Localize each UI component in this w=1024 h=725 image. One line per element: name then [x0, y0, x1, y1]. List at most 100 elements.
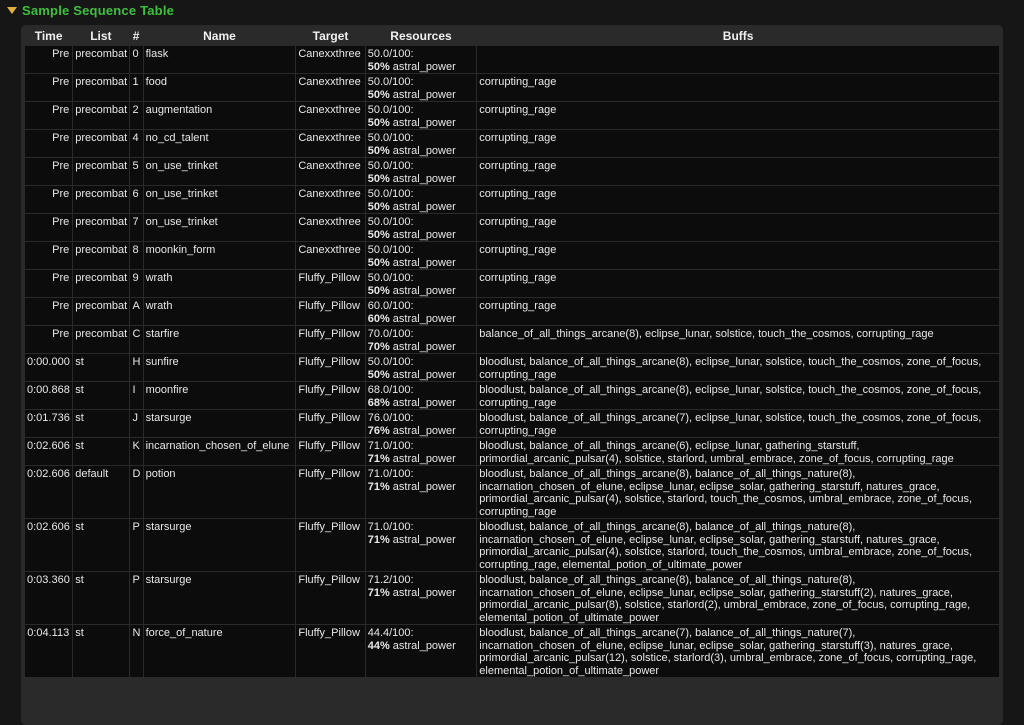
buffs-cell: corrupting_rage — [476, 269, 1000, 298]
time-cell: Pre — [23, 325, 74, 354]
column-header-name[interactable]: Name — [143, 27, 296, 46]
buffs-cell: corrupting_rage — [476, 185, 1000, 214]
time-cell: 0:03.360 — [23, 571, 74, 625]
target-cell: Fluffy_Pillow — [295, 409, 366, 438]
target-cell: Canexxthree — [295, 73, 366, 102]
resource-value: 50.0/100: — [367, 48, 414, 60]
table-row: 0:01.736 st Jstarsurge Fluffy_Pillow 76.0/10… — [23, 409, 1000, 438]
resource-percent: 70% — [367, 340, 390, 353]
time-cell: 0:02.606 — [23, 437, 74, 466]
resource-type: astral_power — [392, 586, 456, 599]
table-row: 0:02.606 st Kincarnation_chosen_of_elune Fl… — [23, 437, 1000, 466]
list-cell: st — [72, 409, 130, 438]
buffs-cell: corrupting_rage — [476, 241, 1000, 270]
index-cell: J — [128, 409, 144, 438]
resource-percent: 50% — [367, 172, 390, 185]
resource-value: 44.4/100: — [367, 627, 414, 639]
time-cell: 0:00.868 — [23, 381, 74, 410]
index-cell: 1 — [128, 73, 144, 102]
index-cell: N — [128, 624, 144, 678]
resource-type: astral_power — [392, 368, 456, 381]
table-row: 0:00.868 st Imoonfire Fluffy_Pillow 68.0/100… — [23, 381, 1000, 410]
table-header-row: Time List # Name Target Resources Buffs — [24, 27, 1000, 46]
name-cell: flask — [142, 45, 297, 74]
time-cell: Pre — [23, 269, 74, 298]
resources-cell: 70.0/100: 70% astral_power — [364, 325, 478, 354]
time-cell: Pre — [23, 73, 74, 102]
column-header-list[interactable]: List — [72, 27, 130, 46]
index-cell: D — [128, 465, 144, 519]
section-header[interactable]: Sample Sequence Table — [7, 1, 174, 19]
resources-cell: 50.0/100: 50% astral_power — [364, 157, 478, 186]
index-cell: C — [128, 325, 144, 354]
resource-value: 71.0/100: — [367, 521, 414, 533]
name-cell: no_cd_talent — [142, 129, 297, 158]
table-row: Pre precombat 4 no_cd_talent Canexxthree 50.0… — [23, 129, 1000, 158]
resource-type: astral_power — [392, 639, 456, 652]
name-cell: wrath — [142, 297, 297, 326]
list-cell: precombat — [72, 45, 130, 74]
time-cell: 0:04.113 — [23, 624, 74, 678]
buffs-cell: bloodlust, balance_of_all_things_arcane(… — [476, 518, 1000, 572]
resources-cell: 50.0/100: 50% astral_power — [364, 129, 478, 158]
resources-cell: 71.0/100: 71% astral_power — [364, 465, 478, 519]
resource-percent: 50% — [367, 116, 390, 129]
list-cell: precombat — [72, 73, 130, 102]
name-cell: food — [142, 73, 297, 102]
list-cell: precombat — [72, 325, 130, 354]
table-row: Pre precombat 8 moonkin_form Canexxthree 50.0… — [23, 241, 1000, 270]
target-cell: Canexxthree — [295, 241, 366, 270]
resource-type: astral_power — [392, 172, 456, 185]
index-cell: 6 — [128, 185, 144, 214]
index-cell: I — [128, 381, 144, 410]
column-header-resources[interactable]: Resources — [365, 27, 477, 46]
resource-percent: 71% — [367, 452, 390, 465]
index-cell: 8 — [128, 241, 144, 270]
list-cell: precombat — [72, 157, 130, 186]
list-cell: precombat — [72, 241, 130, 270]
buffs-cell — [476, 45, 1000, 74]
time-cell: Pre — [23, 45, 74, 74]
buffs-cell: bloodlust, balance_of_all_things_arcane(… — [476, 624, 1000, 678]
target-cell: Canexxthree — [295, 185, 366, 214]
resource-percent: 50% — [367, 144, 390, 157]
resource-value: 50.0/100: — [367, 356, 414, 368]
resource-type: astral_power — [392, 284, 456, 297]
column-header-buffs[interactable]: Buffs — [476, 27, 1000, 46]
index-cell: P — [128, 518, 144, 572]
name-cell: starsurge — [142, 571, 297, 625]
resource-value: 60.0/100: — [367, 300, 414, 312]
resources-cell: 50.0/100: 50% astral_power — [364, 213, 478, 242]
table-row: Pre precombat 6 on_use_trinket Canexxthree 50… — [23, 185, 1000, 214]
index-cell: 9 — [128, 269, 144, 298]
index-cell: 7 — [128, 213, 144, 242]
name-cell: on_use_trinket — [142, 157, 297, 186]
target-cell: Fluffy_Pillow — [295, 571, 366, 625]
resource-value: 50.0/100: — [367, 104, 414, 116]
resources-cell: 71.0/100: 71% astral_power — [364, 437, 478, 466]
column-header-target[interactable]: Target — [295, 27, 366, 46]
name-cell: force_of_nature — [142, 624, 297, 678]
target-cell: Fluffy_Pillow — [295, 465, 366, 519]
column-header-number[interactable]: # — [129, 27, 144, 46]
resource-percent: 50% — [367, 256, 390, 269]
name-cell: moonfire — [142, 381, 297, 410]
resource-value: 50.0/100: — [367, 188, 414, 200]
target-cell: Canexxthree — [295, 101, 366, 130]
column-header-time[interactable]: Time — [24, 27, 73, 46]
table-body: Pre precombat 0 flask Canexxthree 50.0/100: 50… — [23, 45, 1000, 678]
resource-percent: 50% — [367, 368, 390, 381]
resource-type: astral_power — [392, 533, 456, 546]
list-cell: st — [72, 437, 130, 466]
name-cell: on_use_trinket — [142, 185, 297, 214]
table-row: Pre precombat 2 augmentation Canexxthree 50.0… — [23, 101, 1000, 130]
resources-cell: 50.0/100: 50% astral_power — [364, 241, 478, 270]
resource-percent: 60% — [367, 312, 390, 325]
time-cell: Pre — [23, 185, 74, 214]
list-cell: precombat — [72, 213, 130, 242]
buffs-cell: corrupting_rage — [476, 129, 1000, 158]
index-cell: K — [128, 437, 144, 466]
table-row: 0:02.606 default Dpotion Fluffy_Pillow 71.0/… — [23, 465, 1000, 519]
collapse-triangle-icon[interactable] — [7, 7, 17, 14]
list-cell: precombat — [72, 129, 130, 158]
